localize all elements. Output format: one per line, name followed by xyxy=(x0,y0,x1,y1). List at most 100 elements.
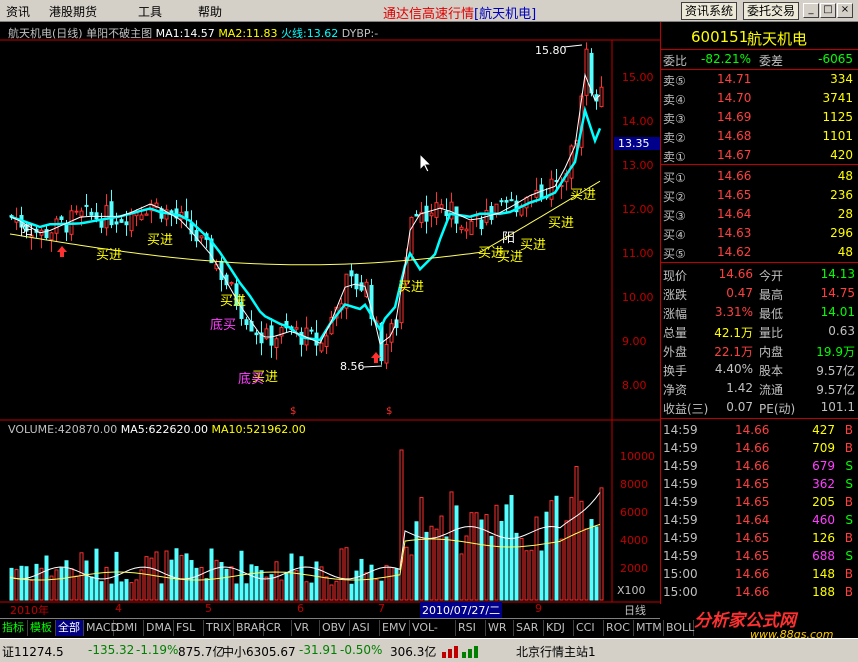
candle-body xyxy=(324,335,329,348)
candle-body xyxy=(89,211,94,216)
indicator-tab[interactable]: VOL-TDX xyxy=(410,620,456,649)
indicator-tab[interactable]: CR xyxy=(264,620,292,636)
volume-bar xyxy=(284,571,289,601)
volume-bar xyxy=(524,550,529,601)
tick-volume: 679 xyxy=(812,459,835,473)
minimize-icon[interactable]: _ xyxy=(803,3,819,18)
tick-price: 14.66 xyxy=(735,441,770,455)
bid-row: 买① 14.66 48 xyxy=(661,168,858,186)
ask-row: 卖⑤ 14.71 334 xyxy=(661,71,858,89)
tick-volume: 460 xyxy=(812,513,835,527)
volume-bar xyxy=(314,561,319,601)
bid-row: 买④ 14.63 296 xyxy=(661,225,858,243)
volume-bar xyxy=(389,567,394,601)
level-label: 卖⑤ xyxy=(663,74,686,88)
tick-time: 14:59 xyxy=(663,477,698,491)
indicator-tab[interactable]: MACD xyxy=(84,620,119,636)
volume-bar xyxy=(329,584,334,601)
level-volume: 236 xyxy=(830,188,853,202)
indicator-tab[interactable]: 指标 xyxy=(0,620,28,636)
trade-button[interactable]: 委托交易 xyxy=(743,2,800,20)
candle-body xyxy=(269,325,274,346)
candle-body xyxy=(384,343,389,364)
tick-side: B xyxy=(844,567,853,581)
level-label: 买③ xyxy=(663,209,686,223)
volume-bar xyxy=(129,582,134,601)
stat-row: 涨幅 3.31% 最低 14.01 xyxy=(661,304,858,322)
volume-bar xyxy=(514,532,519,601)
tick-side: B xyxy=(844,531,853,545)
indicator-tab[interactable]: WR xyxy=(486,620,514,636)
indicator-tab[interactable]: 模板 xyxy=(28,620,56,636)
current-price-tag: 13.35 xyxy=(614,137,660,150)
indicator-tab[interactable]: VR xyxy=(292,620,320,636)
level-price: 14.62 xyxy=(717,245,752,259)
volume-bar xyxy=(174,548,179,601)
indicator-tab[interactable]: RSI xyxy=(456,620,486,636)
indicator-tab[interactable]: KDJ xyxy=(544,620,574,636)
bottom-buy-signal: 底买 xyxy=(238,372,265,387)
indicator-tab[interactable]: EMV xyxy=(380,620,410,636)
indicator-tab[interactable]: SAR xyxy=(514,620,544,636)
volume-bar xyxy=(559,538,564,601)
candle-body xyxy=(479,219,484,230)
menu-tools[interactable]: 工具 xyxy=(138,3,162,20)
candle-body xyxy=(94,212,99,220)
candle-body xyxy=(99,220,104,228)
level-price: 14.68 xyxy=(717,129,752,143)
tick-price: 14.65 xyxy=(735,477,770,491)
candle-body xyxy=(599,86,604,108)
news-system-button[interactable]: 资讯系统 xyxy=(681,2,738,20)
volume-bar xyxy=(444,536,449,601)
stat-label: 换手 xyxy=(663,364,688,378)
volume-bar xyxy=(344,547,349,601)
stat-label: 量比 xyxy=(759,326,784,340)
indicator-tab[interactable]: BOLL xyxy=(664,620,694,636)
tick-price: 14.65 xyxy=(735,495,770,509)
indicator-tab[interactable]: ASI xyxy=(350,620,380,636)
trade-tick-row: 14:59 14.66 679 S xyxy=(661,458,858,476)
indicator-tab[interactable]: OBV xyxy=(320,620,350,636)
tick-volume: 427 xyxy=(812,423,835,437)
candle-body xyxy=(84,204,89,207)
menu-hk-futures[interactable]: 港股期货 xyxy=(49,3,97,20)
volume-bar xyxy=(299,556,304,601)
kline-chart[interactable]: $ $ 航天机电(日线) 单阳不破主图 MA1:14.57 MA2:11.83 火… xyxy=(0,22,660,618)
indicator-tab[interactable]: 全部 xyxy=(56,620,84,636)
trade-tick-row: 14:59 14.65 688 S xyxy=(661,548,858,566)
indicator-tab[interactable]: DMA xyxy=(144,620,174,636)
tick-time: 14:59 xyxy=(663,495,698,509)
price-tick: 12.00 xyxy=(622,203,654,216)
level-label: 卖④ xyxy=(663,93,686,107)
candle-body xyxy=(584,48,589,96)
indicator-tab[interactable]: TRIX xyxy=(204,620,234,636)
level-label: 卖② xyxy=(663,131,686,145)
volume-bar xyxy=(469,512,474,601)
bid-row: 买⑤ 14.62 48 xyxy=(661,244,858,262)
volume-bar xyxy=(474,512,479,601)
indicator-tab[interactable]: BRAR xyxy=(234,620,266,636)
tick-time: 14:59 xyxy=(663,531,698,545)
volume-bar xyxy=(564,520,569,601)
volume-bar xyxy=(304,581,309,601)
volume-bar xyxy=(549,500,554,601)
menu-help[interactable]: 帮助 xyxy=(198,3,222,20)
indicator-tab[interactable]: DMI xyxy=(114,620,144,636)
indicator-tab[interactable]: CCI xyxy=(574,620,604,636)
menu-news[interactable]: 资讯 xyxy=(6,3,30,20)
volume-bar xyxy=(64,560,69,601)
indicator-tab[interactable]: FSL xyxy=(174,620,204,636)
indicator-tab[interactable]: MTM xyxy=(634,620,664,636)
indicator-tab[interactable]: ROC xyxy=(604,620,634,636)
tick-volume: 688 xyxy=(812,549,835,563)
stat-value: 101.1 xyxy=(820,400,855,414)
tick-volume: 148 xyxy=(812,567,835,581)
volume-bar xyxy=(134,579,139,601)
volume-bar xyxy=(9,567,14,601)
candle-body xyxy=(409,216,414,255)
candle-body xyxy=(444,210,449,217)
volume-bar xyxy=(184,553,189,601)
volume-bar xyxy=(159,583,164,601)
restore-icon[interactable]: □ xyxy=(820,3,836,18)
close-icon[interactable]: × xyxy=(837,3,853,18)
